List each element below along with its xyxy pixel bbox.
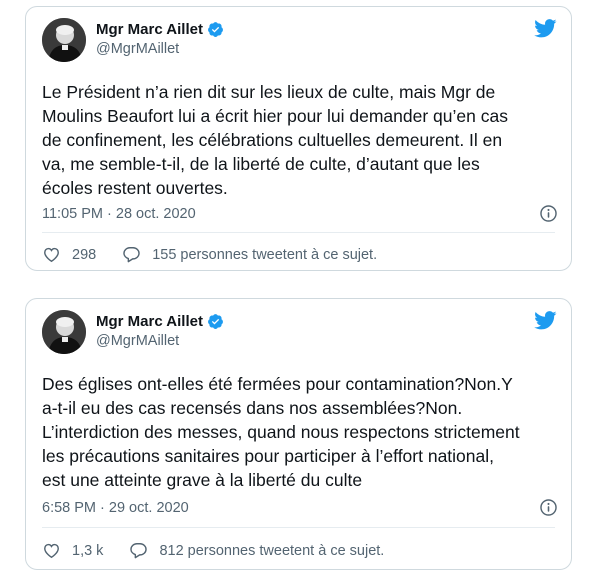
avatar[interactable] xyxy=(42,18,86,62)
tweet-text: Le Président n’a rien dit sur les lieux … xyxy=(42,82,508,198)
avatar-photo xyxy=(42,18,86,62)
verified-badge-icon xyxy=(208,22,223,37)
reply-bubble-icon xyxy=(130,543,148,559)
twitter-bird-icon[interactable] xyxy=(534,311,557,330)
discussion-link[interactable]: 155 personnes tweetent à ce sujet. xyxy=(122,245,377,264)
heart-icon xyxy=(44,247,59,263)
discussion-text: 155 personnes tweetent à ce sujet. xyxy=(152,246,378,263)
author-handle[interactable]: @MgrMAillet xyxy=(96,333,179,349)
author-handle[interactable]: @MgrMAillet xyxy=(96,41,179,57)
avatar-photo xyxy=(42,310,86,354)
like-button[interactable]: 1,3 k xyxy=(42,541,103,560)
tweet-text: Des églises ont-elles été fermées pour c… xyxy=(42,374,520,490)
info-icon[interactable] xyxy=(539,498,558,517)
author-name[interactable]: Mgr Marc Aillet xyxy=(96,21,203,38)
divider xyxy=(42,527,555,528)
divider xyxy=(42,232,555,233)
like-count: 1,3 k xyxy=(72,542,104,559)
tweet-card[interactable]: Mgr Marc Aillet @MgrMAillet Le Président… xyxy=(25,6,572,271)
discussion-text: 812 personnes tweetent à ce sujet. xyxy=(159,542,385,559)
reply-bubble-icon xyxy=(123,247,140,263)
twitter-bird-icon[interactable] xyxy=(534,19,557,38)
like-button[interactable]: 298 xyxy=(42,245,96,264)
verified-badge-icon xyxy=(208,314,223,329)
tweet-card[interactable]: Mgr Marc Aillet @MgrMAillet Des églises … xyxy=(25,298,572,570)
author-name[interactable]: Mgr Marc Aillet xyxy=(96,313,203,330)
like-count: 298 xyxy=(72,246,97,263)
avatar[interactable] xyxy=(42,310,86,354)
tweet-timestamp[interactable]: 11:05 PM · 28 oct. 2020 xyxy=(42,206,196,222)
tweet-timestamp[interactable]: 6:58 PM · 29 oct. 2020 xyxy=(42,500,189,516)
discussion-link[interactable]: 812 personnes tweetent à ce sujet. xyxy=(129,541,384,560)
heart-icon xyxy=(44,543,59,559)
info-icon[interactable] xyxy=(539,204,558,223)
